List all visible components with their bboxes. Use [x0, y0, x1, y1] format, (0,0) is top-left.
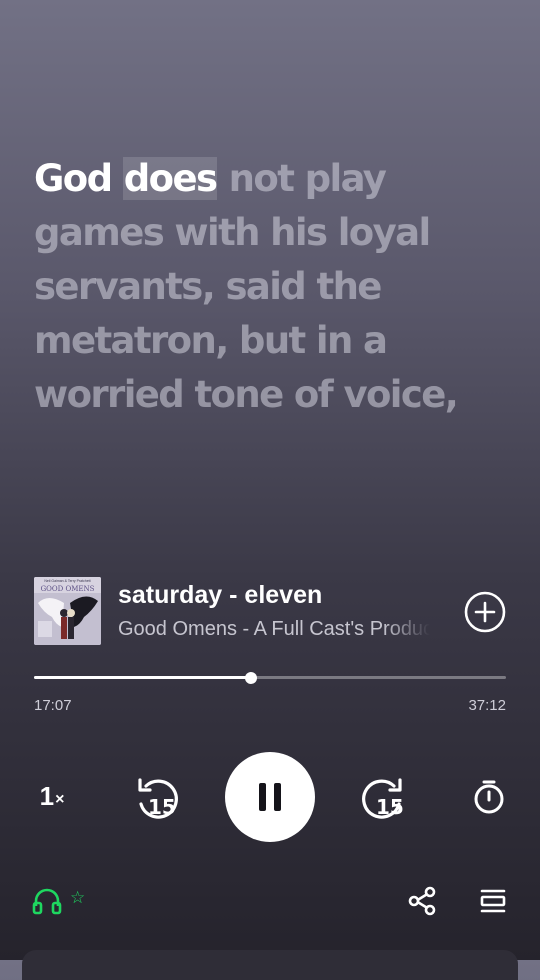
- lyrics-line: games with his loyal: [34, 211, 431, 254]
- lyrics-view[interactable]: God does not play games with his loyal s…: [34, 152, 504, 422]
- add-to-library-button[interactable]: [464, 591, 506, 633]
- speed-suffix: ×: [55, 791, 65, 808]
- lyrics-current-word: does: [122, 157, 218, 200]
- lyrics-line: worried tone of voice,: [34, 373, 459, 416]
- track-title[interactable]: saturday - eleven: [118, 581, 322, 610]
- skip-forward-button[interactable]: 15: [360, 774, 408, 822]
- bottom-actions: ☆: [0, 880, 540, 924]
- share-icon: [408, 886, 436, 916]
- progress-bar[interactable]: [34, 670, 506, 686]
- lyrics-sheet-handle[interactable]: [22, 950, 518, 980]
- queue-button[interactable]: [480, 888, 506, 914]
- playback-controls: 1 × 15 15: [0, 750, 540, 846]
- connect-device-button[interactable]: [32, 886, 62, 916]
- forward-15-icon: 15: [362, 778, 404, 819]
- skip-back-seconds: 15: [148, 795, 176, 819]
- sleep-timer-icon: [474, 780, 504, 814]
- track-subtitle[interactable]: Good Omens - A Full Cast's Production: [118, 618, 430, 641]
- skip-forward-seconds: 15: [376, 795, 404, 819]
- lyrics-line: servants, said the: [34, 265, 382, 308]
- progress-thumb[interactable]: [245, 672, 258, 684]
- total-time: 37:12: [468, 697, 506, 714]
- share-button[interactable]: [408, 886, 436, 916]
- now-playing-info: Neil Gaiman & Terry Pratchett GOOD OMENS…: [34, 577, 506, 645]
- sleep-timer-button[interactable]: [470, 778, 508, 816]
- pause-button[interactable]: [225, 752, 315, 842]
- album-cover[interactable]: Neil Gaiman & Terry Pratchett GOOD OMENS: [34, 577, 101, 645]
- cover-authors-text: Neil Gaiman & Terry Pratchett: [44, 579, 91, 583]
- elapsed-time: 17:07: [34, 697, 72, 714]
- lyrics-unsung-text: not play: [217, 157, 387, 200]
- add-circle-icon: [464, 591, 506, 633]
- skip-back-button[interactable]: 15: [132, 774, 180, 822]
- playback-speed-button[interactable]: 1 ×: [34, 778, 70, 814]
- lyrics-sung-text: God: [34, 157, 123, 200]
- lyrics-line: God does not play: [34, 152, 504, 206]
- progress-fill: [34, 676, 252, 679]
- rewind-15-icon: 15: [138, 778, 178, 819]
- cover-title-text: GOOD OMENS: [40, 585, 95, 593]
- lyrics-line: metatron, but in a: [34, 319, 388, 362]
- headphones-icon: [32, 888, 62, 915]
- pause-icon: [259, 783, 281, 811]
- speed-value: 1: [39, 780, 55, 811]
- star-icon: ☆: [70, 888, 86, 907]
- queue-icon: [480, 889, 506, 913]
